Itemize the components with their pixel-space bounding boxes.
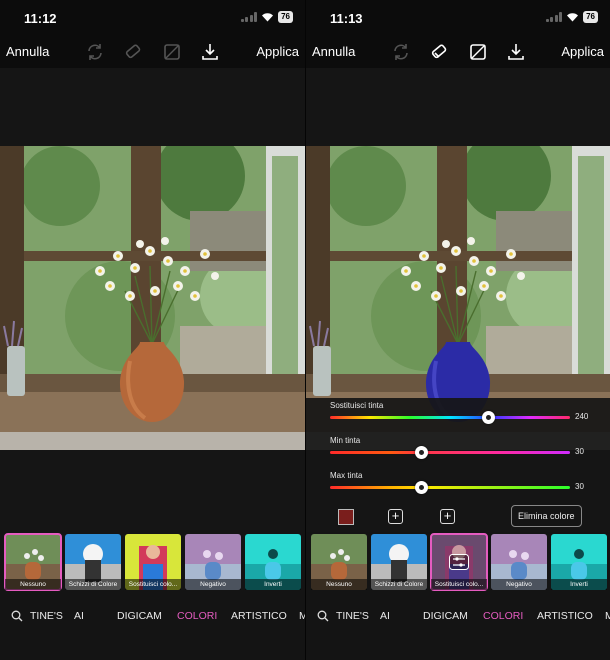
category-tab[interactable]: DIGICAM [117,610,162,622]
category-tab[interactable]: TINE'S [336,610,369,622]
cancel-button[interactable]: Annulla [312,44,355,59]
compare-icon[interactable] [468,42,488,62]
filter-invert[interactable]: Inverti [551,534,607,590]
slider-label: Max tinta [330,471,363,480]
filter-label: Schizzi di Colore [371,579,427,590]
photo-preview [0,146,305,450]
slider-label: Min tinta [330,436,361,445]
slider-label: Sostituisci tinta [330,401,384,410]
compare-icon[interactable] [162,42,182,62]
slider-value: 30 [575,482,584,491]
wifi-icon [567,13,579,22]
search-icon[interactable] [11,610,23,622]
filter-negative[interactable]: Negativo [185,534,241,590]
category-tab-active[interactable]: COLORI [177,610,217,622]
sync-icon[interactable] [391,42,411,62]
slider-thumb[interactable] [415,446,428,459]
download-icon[interactable] [506,42,526,62]
category-tab[interactable]: DIGICAM [423,610,468,622]
toolbar: Annulla Applica [306,36,610,68]
filter-none[interactable]: Nessuno [4,533,62,591]
replace-hue-slider[interactable] [330,416,570,419]
filter-label: Nessuno [311,579,367,590]
category-tab[interactable]: ARTISTICO [537,610,593,622]
filter-color-splash[interactable]: Schizzi di Colore [65,534,121,590]
battery-badge: 76 [583,11,598,23]
status-time: 11:12 [24,11,57,26]
filter-strip: Nessuno Schizzi di Colore Sostituisci co… [306,532,610,592]
image-canvas[interactable]: Sostituisci tinta 240 Min tinta 30 Max t… [306,68,610,532]
signal-icon [545,12,563,22]
category-bar: TINE'S AI DIGICAM COLORI ARTISTICO M [306,600,610,630]
add-color-button[interactable]: + [388,509,403,524]
slider-thumb[interactable] [415,481,428,494]
min-hue-slider[interactable] [330,451,570,454]
filter-label: Schizzi di Colore [65,579,121,590]
filter-none[interactable]: Nessuno [311,534,367,590]
add-color-button-2[interactable]: + [440,509,455,524]
battery-badge: 76 [278,11,293,23]
wifi-icon [262,13,274,22]
category-tab-active[interactable]: COLORI [483,610,523,622]
category-tab[interactable]: M [605,610,610,622]
toolbar: Annulla Applica [0,36,305,68]
filter-replace-color[interactable]: Sostituisci colo... [430,533,488,591]
delete-color-button[interactable]: Elimina colore [511,505,582,527]
apply-button[interactable]: Applica [256,44,299,59]
filter-label: Inverti [245,579,301,590]
eraser-icon[interactable] [123,42,143,62]
filter-label: Nessuno [5,579,61,590]
filter-label: Inverti [551,579,607,590]
status-time: 11:13 [330,11,363,26]
category-tab[interactable]: TINE'S [30,610,63,622]
cancel-button[interactable]: Annulla [6,44,49,59]
filter-replace-color[interactable]: Sostituisci colo... [125,534,181,590]
category-bar: TINE'S AI DIGICAM COLORI ARTISTICO M [0,600,305,630]
filter-label: Negativo [491,579,547,590]
settings-sliders-icon[interactable] [449,554,469,570]
slider-value: 240 [575,412,589,421]
max-hue-slider[interactable] [330,486,570,489]
hue-controls-panel: Sostituisci tinta 240 Min tinta 30 Max t… [306,398,610,532]
signal-icon [240,12,258,22]
filter-negative[interactable]: Negativo [491,534,547,590]
filter-label: Sostituisci colo... [125,579,181,590]
search-icon[interactable] [317,610,329,622]
status-bar: 11:12 76 [0,0,305,36]
selected-color-swatch[interactable] [338,509,354,525]
apply-button[interactable]: Applica [561,44,604,59]
filter-color-splash[interactable]: Schizzi di Colore [371,534,427,590]
download-icon[interactable] [200,42,220,62]
sync-icon[interactable] [85,42,105,62]
category-tab[interactable]: ARTISTICO [231,610,287,622]
eraser-icon[interactable] [429,42,449,62]
filter-strip: Nessuno Schizzi di Colore Sostituisci co… [0,532,305,592]
filter-label: Negativo [185,579,241,590]
category-tab[interactable]: AI [74,610,84,622]
status-bar: 11:13 76 [306,0,610,36]
filter-label: Sostituisci colo... [431,579,487,590]
slider-thumb[interactable] [482,411,495,424]
image-canvas[interactable] [0,68,305,530]
filter-invert[interactable]: Inverti [245,534,301,590]
editor-before: 11:12 76 Annulla Applica Nessuno Schizzi… [0,0,305,660]
editor-after: 11:13 76 Annulla Applica Sostituisci tin… [305,0,610,660]
slider-value: 30 [575,447,584,456]
category-tab[interactable]: AI [380,610,390,622]
